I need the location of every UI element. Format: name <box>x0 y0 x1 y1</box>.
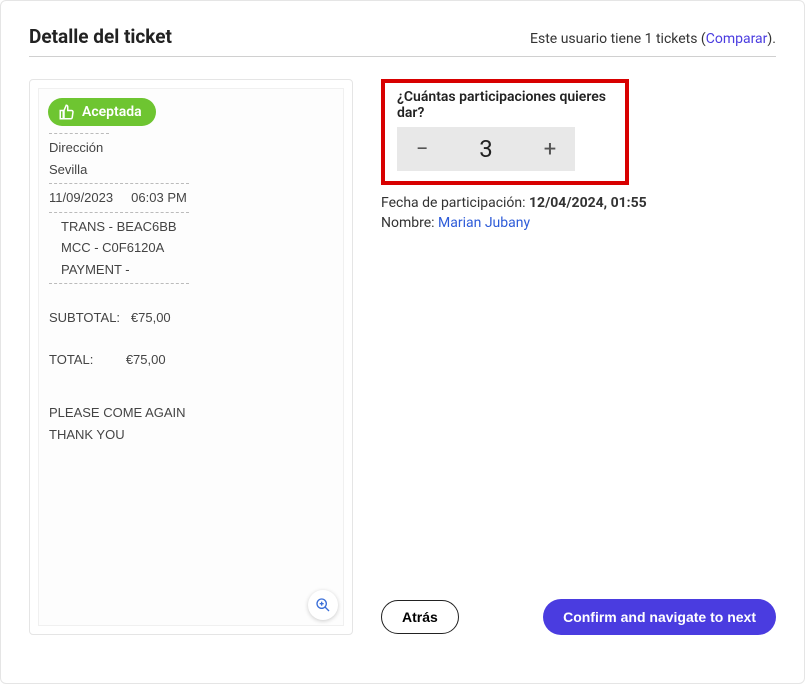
status-badge-label: Aceptada <box>82 104 142 120</box>
name-row: Nombre: Marian Jubany <box>381 215 776 231</box>
header: Detalle del ticket Este usuario tiene 1 … <box>29 25 776 57</box>
participation-date-row: Fecha de participación: 12/04/2024, 01:5… <box>381 195 776 211</box>
header-info: Este usuario tiene 1 tickets (Comparar). <box>530 31 776 47</box>
back-button[interactable]: Atrás <box>381 600 459 634</box>
receipt-subtotal-value: €75,00 <box>131 310 171 325</box>
receipt-direccion-label: Dirección <box>49 138 333 158</box>
thumbs-up-icon <box>58 103 76 121</box>
participations-box: ¿Cuántas participaciones quieres dar? − … <box>381 79 629 185</box>
quantity-value: 3 <box>447 135 525 163</box>
receipt-subtotal-label: SUBTOTAL: <box>49 310 120 325</box>
participation-date-value: 12/04/2024, 01:55 <box>529 195 647 211</box>
quantity-stepper: − 3 + <box>397 127 575 171</box>
receipt-datetime: 11/09/2023 06:03 PM <box>49 188 333 208</box>
receipt-time: 06:03 PM <box>131 190 187 205</box>
increment-button[interactable]: + <box>525 127 575 171</box>
receipt-payment: PAYMENT - <box>49 260 333 280</box>
receipt-trans: TRANS - BEAC6BB <box>49 217 333 237</box>
receipt-total-row: TOTAL: €75,00 <box>49 350 333 370</box>
name-label: Nombre: <box>381 215 438 231</box>
receipt-image: Dirección Sevilla 11/09/2023 06:03 PM TR… <box>38 88 344 626</box>
ticket-detail-page: Detalle del ticket Este usuario tiene 1 … <box>0 0 805 684</box>
zoom-in-icon <box>315 597 331 613</box>
compare-link[interactable]: Comparar <box>706 31 768 47</box>
receipt-mcc: MCC - C0F6120A <box>49 238 333 258</box>
page-title: Detalle del ticket <box>29 25 172 48</box>
user-name-link[interactable]: Marian Jubany <box>438 215 530 231</box>
participations-label: ¿Cuántas participaciones quieres dar? <box>397 89 613 121</box>
side-panel: ¿Cuántas participaciones quieres dar? − … <box>381 79 776 635</box>
decrement-button[interactable]: − <box>397 127 447 171</box>
receipt-panel: Aceptada Dirección Sevilla 11/09/2023 06… <box>29 79 353 635</box>
status-badge: Aceptada <box>48 98 156 126</box>
receipt-date: 11/09/2023 <box>49 190 113 205</box>
receipt-city: Sevilla <box>49 160 333 180</box>
receipt-footer1: PLEASE COME AGAIN <box>49 403 333 423</box>
receipt-footer2: THANK YOU <box>49 425 333 445</box>
zoom-button[interactable] <box>308 590 338 620</box>
receipt-total-value: €75,00 <box>126 352 166 367</box>
content: Aceptada Dirección Sevilla 11/09/2023 06… <box>29 79 776 635</box>
participation-date-label: Fecha de participación: <box>381 195 529 211</box>
header-info-suffix: tickets ( <box>652 31 705 47</box>
footer-actions: Atrás Confirm and navigate to next <box>381 599 776 635</box>
header-info-prefix: Este usuario tiene <box>530 31 645 47</box>
header-info-end: ). <box>767 31 776 47</box>
receipt-subtotal-row: SUBTOTAL: €75,00 <box>49 308 333 328</box>
meta-info: Fecha de participación: 12/04/2024, 01:5… <box>381 195 776 231</box>
receipt-total-label: TOTAL: <box>49 352 93 367</box>
confirm-next-button[interactable]: Confirm and navigate to next <box>543 599 776 635</box>
